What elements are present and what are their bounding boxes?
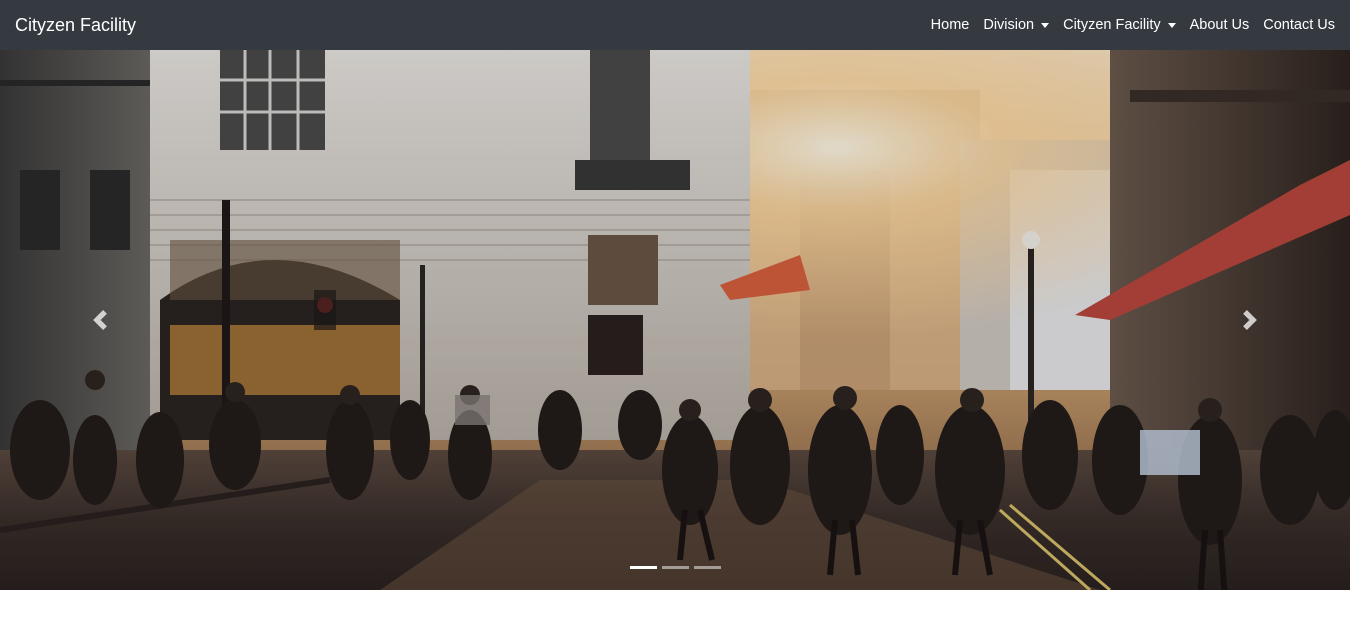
nav-menu: Home Division Cityzen Facility About Us …	[917, 17, 1335, 33]
page-content-area	[0, 590, 1350, 633]
caret-down-icon	[1041, 23, 1050, 28]
carousel-prev-control[interactable]	[0, 50, 200, 590]
carousel-indicator-3[interactable]	[693, 566, 721, 569]
chevron-right-icon	[1243, 310, 1257, 330]
nav-item-label: Cityzen Facility	[1063, 17, 1161, 33]
nav-item-division-dropdown[interactable]: Division	[983, 17, 1050, 33]
carousel-next-control[interactable]	[1150, 50, 1350, 590]
nav-item-home[interactable]: Home	[931, 17, 970, 33]
caret-down-icon	[1167, 23, 1176, 28]
nav-item-cityzen-facility-dropdown[interactable]: Cityzen Facility	[1063, 17, 1176, 33]
nav-item-about-us[interactable]: About Us	[1190, 17, 1250, 33]
carousel-indicators	[0, 566, 1350, 569]
nav-item-label: About Us	[1189, 17, 1250, 33]
top-navbar: Cityzen Facility Home Division Cityzen F…	[0, 0, 1350, 50]
carousel-indicator-2[interactable]	[661, 566, 689, 569]
nav-item-label: Home	[930, 17, 970, 33]
carousel-slide-image	[0, 50, 1350, 590]
nav-item-label: Contact Us	[1263, 17, 1335, 33]
carousel-indicator-1[interactable]	[629, 566, 657, 569]
nav-item-contact-us[interactable]: Contact Us	[1263, 17, 1335, 33]
chevron-left-icon	[93, 310, 107, 330]
image-carousel	[0, 50, 1350, 590]
nav-item-label: Division	[983, 17, 1035, 33]
brand-logo-text[interactable]: Cityzen Facility	[15, 15, 136, 36]
